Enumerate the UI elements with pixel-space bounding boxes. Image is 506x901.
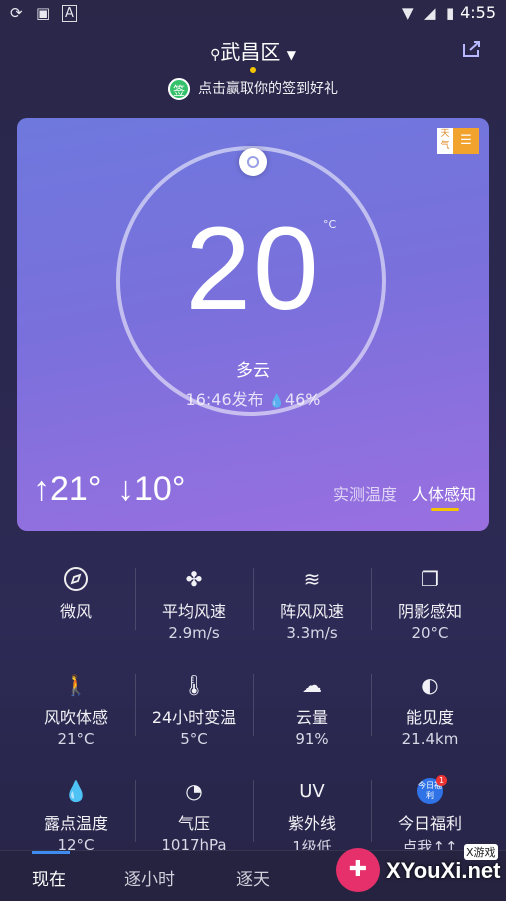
compass-icon (17, 564, 135, 594)
detail-label: 能见度 (405, 708, 454, 727)
detail-visibility[interactable]: ◐ 能见度 21.4km (371, 666, 489, 772)
gauge-icon: ◔ (185, 779, 203, 803)
wind-person-icon: 🚶 (63, 673, 89, 697)
weather-condition: 多云 (236, 361, 270, 381)
detail-grid: 微风 ✤ 平均风速 2.9m/s ≋ 阵风风速 3.3m/s ❐ 阴影感知 20… (17, 560, 489, 878)
active-tab-indicator (431, 508, 459, 511)
fan-icon: ✤ (185, 567, 203, 591)
location-selector[interactable]: ⚲武昌区 ▼ (0, 36, 506, 73)
notification-badge: 1 (436, 775, 447, 786)
detail-row: 🚶 风吹体感 21°C 🌡 24小时变温 5°C ☁ 云量 91% ◐ 能见度 … (17, 666, 489, 772)
wifi-icon: ▼ (402, 4, 414, 22)
tab-body-feel[interactable]: 人体感知 (412, 481, 476, 505)
temperature-unit: °C (323, 218, 337, 231)
tab-daily[interactable]: 逐天 (236, 865, 270, 890)
signal-icon: ◢ (424, 4, 436, 22)
current-weather-card: 天气 ☰ 20 °C 多云 16:46发布 💧46% ↑21° ↓10° 实测温… (17, 118, 489, 531)
detail-value: 3.3m/s (286, 624, 338, 642)
uv-icon: UV (299, 780, 325, 802)
detail-label: 微风 (59, 602, 92, 621)
location-name: 武昌区 (220, 40, 281, 64)
watermark: ✚ X游戏 XYouXi.net (330, 842, 506, 900)
publish-info: 16:46发布 💧46% (17, 386, 489, 410)
active-tab-underline (32, 851, 70, 854)
tab-hourly[interactable]: 逐小时 (124, 865, 175, 890)
page-indicator-dot (250, 67, 256, 73)
low-temperature: ↓10° (117, 470, 186, 508)
high-temperature: ↑21° (33, 470, 102, 508)
watermark-text: XYouXi.net (386, 858, 501, 883)
detail-wind-feel[interactable]: 🚶 风吹体感 21°C (17, 666, 135, 772)
detail-value: 20°C (411, 624, 449, 642)
share-button[interactable] (462, 40, 482, 58)
share-icon (463, 41, 480, 57)
text-a-icon: A (62, 5, 77, 22)
humidity-icon: 💧 (268, 394, 285, 409)
detail-wind[interactable]: 微风 (17, 560, 135, 666)
detail-label: 阴影感知 (397, 602, 462, 621)
detail-avg-wind[interactable]: ✤ 平均风速 2.9m/s (135, 560, 253, 666)
detail-value: 21.4km (401, 730, 459, 748)
detail-label: 紫外线 (287, 814, 336, 833)
detail-label: 阵风风速 (279, 602, 344, 621)
detail-cloud[interactable]: ☁ 云量 91% (253, 666, 371, 772)
image-icon: ▣ (36, 4, 51, 22)
detail-value: 2.9m/s (168, 624, 220, 642)
detail-value: 21°C (57, 730, 95, 748)
visibility-icon: ◐ (421, 673, 439, 697)
tab-now[interactable]: 现在 (32, 865, 66, 890)
detail-label: 24小时变温 (151, 708, 237, 727)
droplet-icon: 💧 (63, 779, 89, 803)
tab-measured-temp[interactable]: 实测温度 (333, 481, 397, 505)
ad-menu-icon: ☰ (453, 128, 479, 154)
detail-value: 91% (295, 730, 329, 748)
detail-value: 5°C (180, 730, 208, 748)
location-pin-icon: ⚲ (210, 47, 221, 63)
status-bar: ⟳ ▣ A ▼ ◢ ▮ 4:55 (0, 0, 506, 26)
detail-label: 风吹体感 (43, 708, 108, 727)
gift-icon: 今日福利 1 (417, 775, 447, 804)
chevron-down-icon: ▼ (286, 48, 296, 62)
detail-gust[interactable]: ≋ 阵风风速 3.3m/s (253, 560, 371, 666)
ad-small-label: 天气 (437, 128, 453, 154)
detail-label: 云量 (295, 708, 328, 727)
detail-24h-change[interactable]: 🌡 24小时变温 5°C (135, 666, 253, 772)
humidity-value: 46% (284, 390, 321, 409)
detail-shade[interactable]: ❐ 阴影感知 20°C (371, 560, 489, 666)
detail-label: 露点温度 (43, 814, 108, 833)
detail-row: 微风 ✤ 平均风速 2.9m/s ≋ 阵风风速 3.3m/s ❐ 阴影感知 20… (17, 560, 489, 666)
battery-icon: ▮ (446, 4, 455, 22)
ring-knob[interactable] (239, 148, 267, 176)
cloud-icon: ☁ (302, 673, 322, 697)
sync-icon: ⟳ (10, 4, 23, 22)
detail-label: 今日福利 (397, 814, 462, 833)
clock: 4:55 (460, 3, 496, 22)
publish-time: 16:46发布 (185, 390, 264, 409)
checkin-badge-icon: 签 (168, 78, 190, 100)
ad-badge[interactable]: 天气 ☰ (437, 128, 479, 154)
wind-icon: ≋ (303, 567, 321, 591)
detail-label: 平均风速 (161, 602, 226, 621)
thermometer-clock-icon: 🌡 (181, 673, 207, 697)
current-temperature: 20 (185, 203, 321, 335)
shade-icon: ❐ (421, 567, 439, 591)
gamepad-logo-icon: ✚ (336, 848, 380, 892)
detail-label: 气压 (177, 814, 210, 833)
checkin-text: 点击赢取你的签到好礼 (198, 81, 338, 97)
checkin-banner[interactable]: 签点击赢取你的签到好礼 (0, 78, 506, 100)
